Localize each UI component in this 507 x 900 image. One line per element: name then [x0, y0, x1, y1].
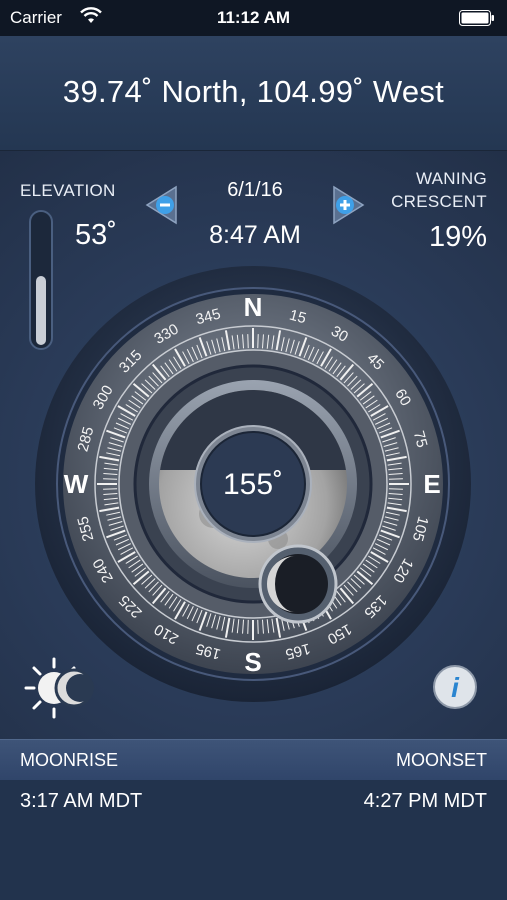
moonset-label: MOONSET: [395, 750, 487, 770]
elevation-label: ELEVATION: [20, 181, 116, 200]
status-bar: Carrier 11:12 AM: [0, 0, 507, 36]
next-day-button[interactable]: [330, 185, 366, 230]
moonset-time: 4:27 PM MDT: [363, 790, 487, 812]
moonrise-label: MOONRISE: [20, 750, 119, 770]
clock: 11:12 AM: [216, 8, 291, 27]
coordinates-text: 39.74˚ North, 104.99˚ West: [62, 74, 445, 109]
compass-panel: ELEVATION 53˚ 6/1/16 8:47 AM WANING CRES…: [0, 151, 507, 739]
date-value: 6/1/16: [227, 179, 283, 201]
sun-moon-toggle-icon[interactable]: [24, 657, 96, 724]
battery-icon: [459, 10, 495, 26]
cardinal-north: N: [244, 292, 263, 322]
elevation-value: 53˚: [75, 219, 117, 251]
compass-dial[interactable]: 15 30 45 60 75 105 120 135 150 165 195 210 225 240 255…: [33, 264, 473, 709]
moon-position-marker: [258, 544, 338, 624]
cardinal-south: S: [244, 647, 261, 677]
svg-text:i: i: [451, 672, 460, 703]
cardinal-east: E: [423, 469, 440, 499]
moon-illumination: 19%: [428, 221, 487, 253]
rise-set-header: MOONRISE MOONSET: [0, 739, 507, 781]
previous-day-button[interactable]: [144, 185, 180, 230]
info-icon: i: [433, 665, 477, 709]
moonrise-time: 3:17 AM MDT: [20, 790, 143, 812]
azimuth-value: 155˚: [223, 468, 283, 501]
moon-phase-line1: WANING: [415, 169, 487, 188]
cardinal-west: W: [64, 469, 89, 499]
moon-phase-line2: CRESCENT: [391, 192, 487, 211]
time-value: 8:47 AM: [209, 221, 301, 249]
location-header: 39.74˚ North, 104.99˚ West: [0, 36, 507, 151]
info-button[interactable]: i: [432, 664, 478, 715]
rise-set-values: 3:17 AM MDT 4:27 PM MDT: [0, 780, 507, 900]
